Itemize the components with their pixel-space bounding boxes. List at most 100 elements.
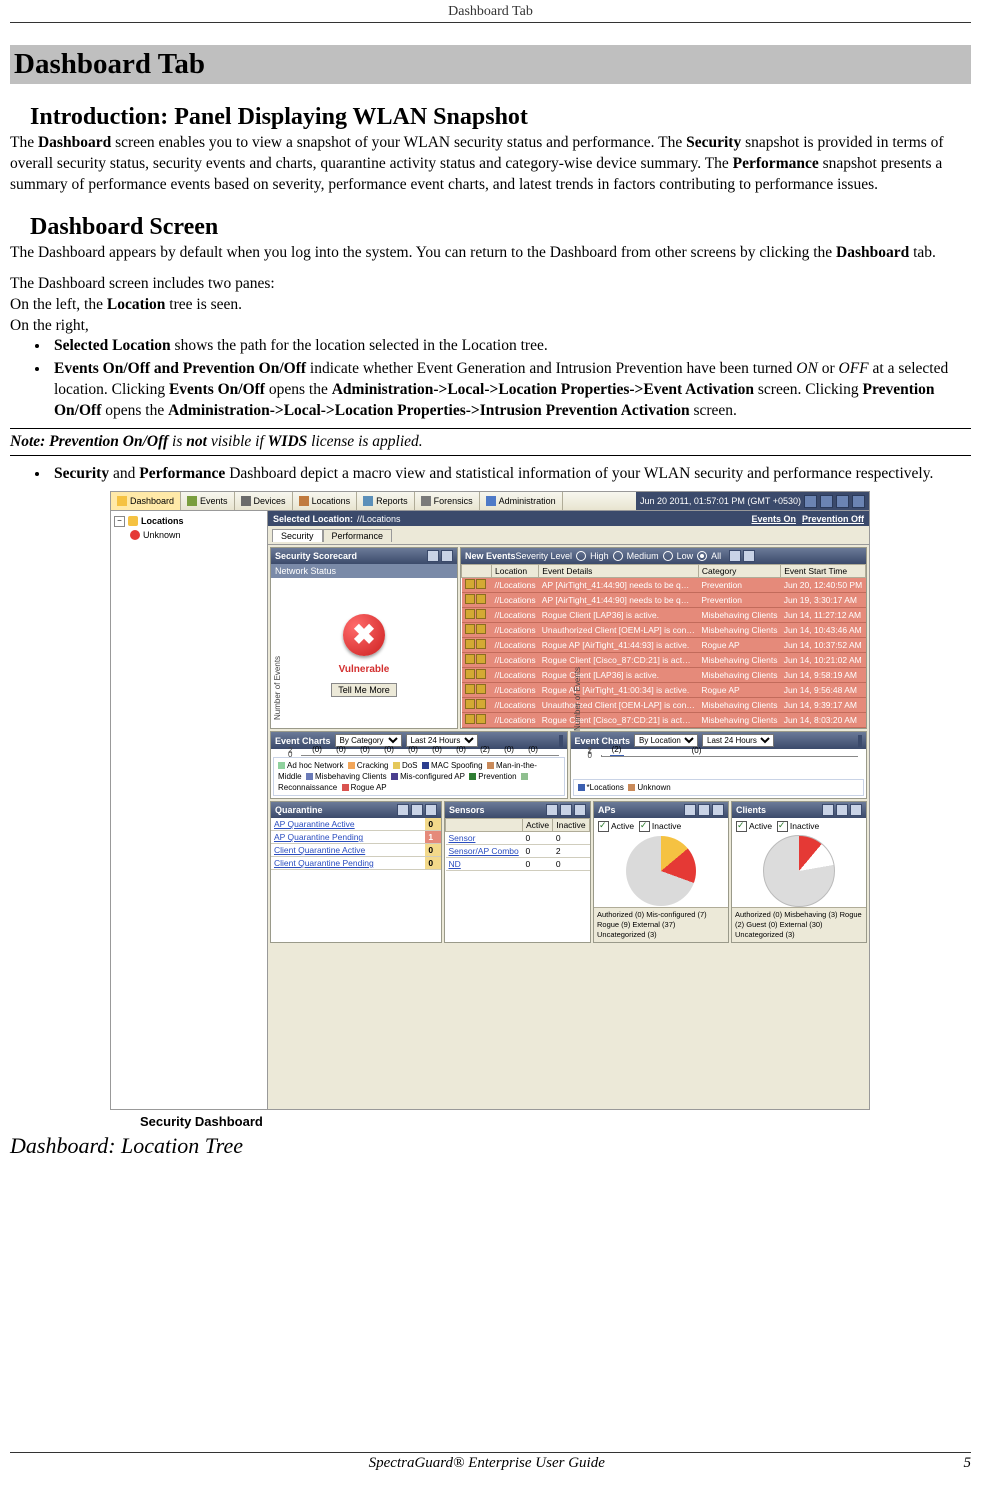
- table-row[interactable]: //LocationsAP [AirTight_41:44:90] needs …: [462, 578, 866, 593]
- clients-active-check[interactable]: [736, 821, 747, 832]
- aps-active-check[interactable]: [598, 821, 609, 832]
- info-icon[interactable]: [743, 550, 755, 562]
- edit-icon[interactable]: [397, 804, 409, 816]
- table-row[interactable]: //LocationsAP [AirTight_41:44:90] needs …: [462, 593, 866, 608]
- panel-quarantine: Quarantine AP Quarantine Active0AP Quara…: [270, 801, 442, 943]
- info-icon[interactable]: [425, 804, 437, 816]
- info-icon[interactable]: [574, 804, 586, 816]
- chart-legend-category: Ad hoc Network Cracking DoS MAC Spoofing…: [273, 757, 565, 796]
- tab-locations[interactable]: Locations: [293, 492, 358, 510]
- aps-pie-chart: [626, 836, 696, 906]
- chart-legend-location: *Locations Unknown: [573, 779, 865, 796]
- new-events-table: Location Event Details Category Event St…: [461, 564, 866, 728]
- screen-paragraph-1: The Dashboard appears by default when yo…: [10, 243, 971, 264]
- edit-icon[interactable]: [684, 804, 696, 816]
- tell-me-more-button[interactable]: Tell Me More: [331, 683, 397, 697]
- table-row[interactable]: //LocationsRogue AP [AirTight_41:00:34] …: [462, 683, 866, 698]
- sev-low-radio[interactable]: [663, 551, 673, 561]
- app-topbar: Dashboard Events Devices Locations Repor…: [111, 492, 869, 511]
- sev-medium-radio[interactable]: [613, 551, 623, 561]
- chart-by-select[interactable]: By Location: [634, 734, 698, 747]
- figure-caption: Security Dashboard: [140, 1114, 870, 1129]
- table-row[interactable]: AP Quarantine Active0: [271, 818, 441, 831]
- tab-devices[interactable]: Devices: [235, 492, 293, 510]
- topbar-timestamp: Jun 20 2011, 01:57:01 PM (GMT +0530): [640, 496, 801, 506]
- app-window: Dashboard Events Devices Locations Repor…: [110, 491, 870, 1110]
- table-row[interactable]: //LocationsRogue AP [AirTight_41:44:93] …: [462, 638, 866, 653]
- tree-node-unknown[interactable]: Unknown: [130, 528, 264, 542]
- table-row[interactable]: //LocationsRogue Client [Cisco_87:CD:21]…: [462, 653, 866, 668]
- panel-security-scorecard: Security Scorecard Network Status ✖ Vuln…: [270, 547, 458, 729]
- edit-icon[interactable]: [546, 804, 558, 816]
- clients-pie-chart: [763, 835, 835, 907]
- figure-security-dashboard: Dashboard Events Devices Locations Repor…: [110, 491, 870, 1129]
- info-icon[interactable]: [561, 735, 563, 747]
- table-row[interactable]: //LocationsRogue Client [LAP36] is activ…: [462, 668, 866, 683]
- subtab-performance[interactable]: Performance: [323, 529, 393, 542]
- refresh-icon[interactable]: [411, 804, 423, 816]
- info-icon[interactable]: [850, 804, 862, 816]
- subtab-security[interactable]: Security: [272, 529, 323, 542]
- info-icon[interactable]: [860, 735, 862, 747]
- tab-administration[interactable]: Administration: [480, 492, 563, 510]
- info-icon[interactable]: [441, 550, 453, 562]
- vulnerable-icon: ✖: [343, 614, 385, 656]
- events-on-link[interactable]: Events On: [751, 514, 796, 524]
- tab-forensics[interactable]: Forensics: [415, 492, 480, 510]
- selected-location-label: Selected Location:: [273, 514, 353, 524]
- tree-collapse-icon[interactable]: −: [114, 516, 125, 527]
- panel-aps: APs Active Inactive Authorized (0) Mis-c…: [593, 801, 729, 943]
- sev-all-radio[interactable]: [697, 551, 707, 561]
- table-row[interactable]: AP Quarantine Pending1: [271, 831, 441, 844]
- status-vulnerable: Vulnerable: [339, 664, 390, 675]
- chart-bar: (2): [610, 755, 624, 756]
- location-tree-pane: − Locations Unknown: [111, 511, 268, 1109]
- table-row[interactable]: Client Quarantine Pending0: [271, 857, 441, 870]
- tree-root-locations[interactable]: − Locations: [114, 514, 264, 528]
- logout-icon[interactable]: [852, 495, 865, 508]
- dashboard-icon: [117, 496, 127, 506]
- edit-icon[interactable]: [427, 550, 439, 562]
- edit-icon[interactable]: [822, 804, 834, 816]
- devices-icon: [241, 496, 251, 506]
- intro-paragraph: The Dashboard screen enables you to view…: [10, 133, 971, 196]
- expand-icon[interactable]: [836, 804, 848, 816]
- note-prevention: Note: Prevention On/Off is not visible i…: [10, 428, 971, 456]
- tab-reports[interactable]: Reports: [357, 492, 415, 510]
- tab-dashboard[interactable]: Dashboard: [111, 492, 181, 510]
- prevention-off-link[interactable]: Prevention Off: [802, 514, 864, 524]
- table-row[interactable]: ND00: [446, 858, 590, 871]
- edit-icon[interactable]: [729, 550, 741, 562]
- table-row[interactable]: //LocationsUnauthorized Client [OEM-LAP]…: [462, 698, 866, 713]
- table-row[interactable]: //LocationsRogue Client [LAP36] is activ…: [462, 608, 866, 623]
- bullet-events-prevention: Events On/Off and Prevention On/Off indi…: [50, 359, 971, 422]
- refresh-icon[interactable]: [804, 495, 817, 508]
- selected-location-path: //Locations: [357, 514, 401, 524]
- clients-inactive-check[interactable]: [777, 821, 788, 832]
- table-row[interactable]: Sensor/AP Combo02: [446, 845, 590, 858]
- info-icon[interactable]: [712, 804, 724, 816]
- table-row[interactable]: //LocationsRogue Client [Cisco_87:CD:21]…: [462, 713, 866, 728]
- sev-high-radio[interactable]: [576, 551, 586, 561]
- page-footer: SpectraGuard® Enterprise User Guide 5: [10, 1452, 971, 1472]
- running-header: Dashboard Tab: [10, 0, 971, 22]
- page-number: 5: [963, 1455, 971, 1472]
- events-icon: [187, 496, 197, 506]
- locations-icon: [299, 496, 309, 506]
- section-screen-heading: Dashboard Screen: [30, 214, 971, 241]
- settings-icon[interactable]: [836, 495, 849, 508]
- table-row[interactable]: Client Quarantine Active0: [271, 844, 441, 857]
- refresh-icon[interactable]: [560, 804, 572, 816]
- help-icon[interactable]: [820, 495, 833, 508]
- tab-events[interactable]: Events: [181, 492, 235, 510]
- table-row[interactable]: Sensor00: [446, 832, 590, 845]
- administration-icon: [486, 496, 496, 506]
- panel-new-events: New Events Severity Level High Medium Lo…: [460, 547, 867, 729]
- expand-icon[interactable]: [698, 804, 710, 816]
- aps-inactive-check[interactable]: [639, 821, 650, 832]
- table-row[interactable]: //LocationsUnauthorized Client [OEM-LAP]…: [462, 623, 866, 638]
- scorecard-subtitle: Network Status: [271, 564, 457, 578]
- chart-range-select[interactable]: Last 24 Hours: [702, 734, 774, 747]
- screen-paragraph-2: The Dashboard screen includes two panes:…: [10, 274, 971, 337]
- selected-location-bar: Selected Location: //Locations Events On…: [268, 511, 869, 526]
